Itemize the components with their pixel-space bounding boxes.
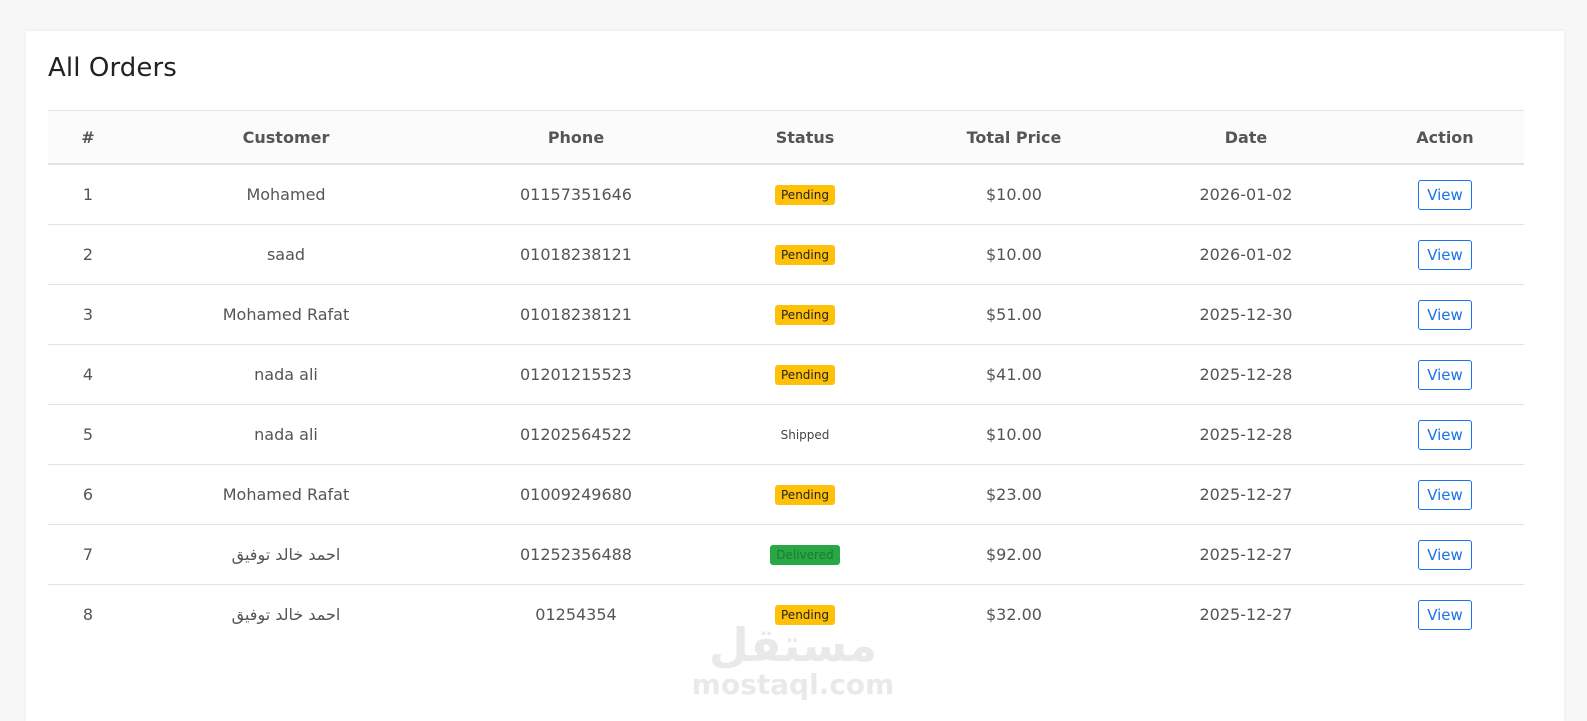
order-date: 2025-12-27	[1126, 464, 1366, 525]
total-price: $41.00	[902, 344, 1126, 405]
customer-name: Mohamed Rafat	[128, 284, 444, 345]
customer-phone: 01157351646	[444, 164, 708, 225]
column-header-phone: Phone	[444, 110, 708, 165]
orders-table: # Customer Phone Status Total Price Date…	[48, 110, 1524, 644]
table-row: 8 احمد خالد توفيق 01254354 Pending $32.00 202…	[48, 585, 1524, 645]
status-cell: Pending	[708, 344, 902, 405]
order-number: 1	[48, 164, 128, 225]
view-order-button[interactable]: View	[1418, 359, 1472, 390]
order-date: 2025-12-28	[1126, 404, 1366, 465]
action-cell: View	[1366, 344, 1524, 405]
action-cell: View	[1366, 164, 1524, 225]
customer-name: nada ali	[128, 344, 444, 405]
orders-table-body: 1 Mohamed 01157351646 Pending $10.00 2026-01-…	[48, 164, 1524, 644]
customer-phone: 01252356488	[444, 524, 708, 585]
customer-phone: 01254354	[535, 605, 617, 624]
customer-name: Mohamed	[128, 164, 444, 225]
watermark-latin: mostaql.com	[691, 668, 895, 701]
column-header-action: Action	[1366, 110, 1524, 165]
order-date: 2025-12-30	[1126, 284, 1366, 345]
status-badge: Pending	[775, 245, 835, 265]
order-date: 2025-12-27	[1199, 605, 1293, 624]
customer-name: nada ali	[128, 404, 444, 465]
action-cell: View	[1366, 224, 1524, 285]
table-row: 6 Mohamed Rafat 01009249680 Pending $23.00 20…	[48, 464, 1524, 525]
customer-phone: 01018238121	[444, 224, 708, 285]
status-badge: Pending	[775, 605, 835, 625]
table-header-row: # Customer Phone Status Total Price Date…	[48, 110, 1524, 165]
total-price: $23.00	[902, 464, 1126, 525]
order-number: 8	[82, 605, 94, 624]
customer-phone: 01201215523	[444, 344, 708, 405]
column-header-status: Status	[708, 110, 902, 165]
total-price: $51.00	[902, 284, 1126, 345]
customer-name: saad	[128, 224, 444, 285]
column-header-customer: Customer	[128, 110, 444, 165]
view-order-button[interactable]: View	[1418, 179, 1472, 210]
view-order-button[interactable]: View	[1418, 599, 1472, 630]
column-header-number: #	[48, 110, 128, 165]
order-number: 5	[48, 404, 128, 465]
view-order-button[interactable]: View	[1418, 479, 1472, 510]
status-cell: Shipped	[708, 404, 902, 465]
status-badge: Pending	[775, 185, 835, 205]
status-cell: Pending	[708, 464, 902, 525]
order-date: 2025-12-28	[1126, 344, 1366, 405]
orders-card: All Orders # Customer Phone Status Total…	[26, 31, 1564, 721]
order-number: 7	[48, 524, 128, 585]
action-cell: View	[1366, 524, 1524, 585]
status-badge: Pending	[775, 485, 835, 505]
status-cell: Delivered	[708, 524, 902, 585]
customer-name: Mohamed Rafat	[128, 464, 444, 525]
page-title: All Orders	[48, 53, 177, 83]
customer-name: احمد خالد توفيق	[128, 524, 444, 585]
view-order-button[interactable]: View	[1418, 299, 1472, 330]
customer-name: احمد خالد توفيق	[231, 605, 341, 624]
table-row: 4 nada ali 01201215523 Pending $41.00 2025-12…	[48, 344, 1524, 405]
order-date: 2025-12-27	[1126, 524, 1366, 585]
view-order-button[interactable]: View	[1418, 239, 1472, 270]
view-order-button[interactable]: View	[1418, 419, 1472, 450]
table-row: 7 احمد خالد توفيق 01252356488 Delivered $92.…	[48, 524, 1524, 585]
total-price: $32.00	[986, 605, 1042, 624]
order-number: 3	[48, 284, 128, 345]
total-price: $10.00	[902, 164, 1126, 225]
customer-phone: 01009249680	[444, 464, 708, 525]
view-order-button[interactable]: View	[1418, 539, 1472, 570]
table-row: 5 nada ali 01202564522 Shipped $10.00 2025-12…	[48, 404, 1524, 465]
table-row: 1 Mohamed 01157351646 Pending $10.00 2026-01-…	[48, 164, 1524, 225]
status-cell: Pending	[708, 585, 902, 645]
status-badge: Delivered	[770, 545, 840, 565]
total-price: $10.00	[902, 224, 1126, 285]
order-date: 2026-01-02	[1126, 164, 1366, 225]
order-number: 6	[48, 464, 128, 525]
total-price: $10.00	[902, 404, 1126, 465]
status-cell: Pending	[708, 224, 902, 285]
customer-phone: 01018238121	[444, 284, 708, 345]
table-row: 3 Mohamed Rafat 01018238121 Pending $51.00 20…	[48, 284, 1524, 345]
status-cell: Pending	[708, 164, 902, 225]
order-number: 2	[48, 224, 128, 285]
status-cell: Pending	[708, 284, 902, 345]
action-cell: View	[1366, 585, 1524, 645]
status-badge: Pending	[775, 305, 835, 325]
column-header-total-price: Total Price	[902, 110, 1126, 165]
action-cell: View	[1366, 404, 1524, 465]
total-price: $92.00	[902, 524, 1126, 585]
customer-phone: 01202564522	[444, 404, 708, 465]
table-row: 2 saad 01018238121 Pending $10.00 2026-01-02 V…	[48, 224, 1524, 285]
status-badge: Shipped	[780, 428, 830, 442]
action-cell: View	[1366, 464, 1524, 525]
order-date: 2026-01-02	[1126, 224, 1366, 285]
order-number: 4	[48, 344, 128, 405]
column-header-date: Date	[1126, 110, 1366, 165]
status-badge: Pending	[775, 365, 835, 385]
action-cell: View	[1366, 284, 1524, 345]
